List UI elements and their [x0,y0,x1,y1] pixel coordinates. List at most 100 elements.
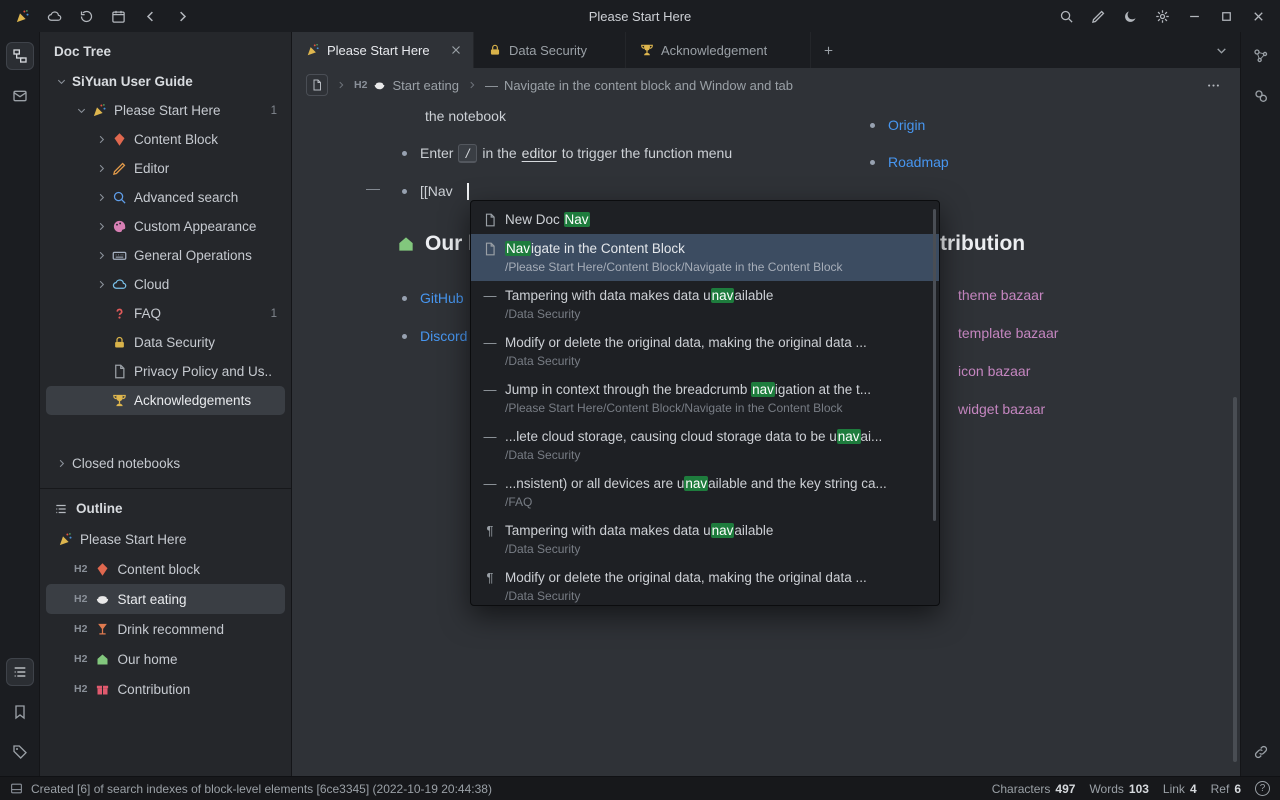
search-button[interactable] [1052,4,1080,28]
outline-item[interactable]: H2 Our home [46,644,285,674]
chevron-down-icon[interactable] [76,105,87,116]
tab-please-start-here[interactable]: Please Start Here [292,32,474,68]
theme-mode-button[interactable] [1116,4,1144,28]
tab-acknowledgements[interactable]: Acknowledgements [626,32,811,68]
dock-inbox-button[interactable] [6,82,34,110]
search-result-item[interactable]: ¶ Modify or delete the original data, ma… [471,563,939,606]
doc-tree-item[interactable]: Custom Appearance [46,212,285,241]
dock-bookmark-button[interactable] [6,698,34,726]
outline-item[interactable]: Please Start Here [46,524,285,554]
chevron-right-icon [467,80,477,90]
help-icon[interactable]: ? [1255,781,1270,796]
origin-link[interactable]: Origin [888,117,925,133]
tab-close-icon[interactable] [449,43,463,57]
breadcrumb-doc-chip[interactable] [306,74,328,96]
new-tab-button[interactable] [811,32,845,68]
editor-ref-link[interactable]: editor [522,145,557,161]
paragraph-marker: ¶ [483,568,497,587]
breadcrumb-block-segment[interactable]: — Navigate in the content block and Wind… [485,78,793,93]
tab-data-security[interactable]: Data Security [474,32,626,68]
editor-scrollbar[interactable] [1233,397,1237,762]
chevron-down-icon [1215,44,1228,57]
editor-typing-line[interactable]: [[Nav [402,180,469,202]
chevron-down-icon[interactable] [56,76,67,87]
search-result-item[interactable]: — Tampering with data makes data unavail… [471,281,939,328]
result-title: Jump in context through the breadcrumb n… [505,380,871,399]
dock-backlinks-button[interactable] [1247,738,1275,766]
search-result-item[interactable]: — Jump in context through the breadcrumb… [471,375,939,422]
outline-item[interactable]: H2 Content block [46,554,285,584]
dock-outline-button[interactable] [6,658,34,686]
doc-tree-item[interactable]: FAQ 1 [46,299,285,328]
dock-toggle-icon[interactable] [10,782,23,795]
cloud-sync-button[interactable] [40,4,68,28]
chevron-right-icon[interactable] [96,163,107,174]
dock-graph-button[interactable] [1247,42,1275,70]
search-result-item-selected[interactable]: Navigate in the Content Block /Please St… [471,234,939,281]
search-result-item[interactable]: — Modify or delete the original data, ma… [471,328,939,375]
outline-item-selected[interactable]: H2 Start eating [46,584,285,614]
outline-item[interactable]: H2 Contribution [46,674,285,704]
dock-doc-tree-button[interactable] [6,42,34,70]
paragraph-marker: ¶ [483,521,497,540]
doc-tree-item[interactable]: General Operations [46,241,285,270]
doc-tree-notebook[interactable]: SiYuan User Guide [46,67,285,96]
tab-list-button[interactable] [1202,32,1240,68]
data-history-button[interactable] [72,4,100,28]
result-title: Modify or delete the original data, maki… [505,568,867,587]
search-result-item[interactable]: ¶ Tampering with data makes data unavail… [471,516,939,563]
maximize-button[interactable] [1212,4,1240,28]
outline-item[interactable]: H2 Drink recommend [46,614,285,644]
doc-tree-item[interactable]: Data Security [46,328,285,357]
settings-button[interactable] [1148,4,1176,28]
doc-label: Data Security [134,335,215,350]
doc-tree-item[interactable]: Cloud [46,270,285,299]
theme-bazaar-link[interactable]: theme bazaar [958,287,1044,303]
daily-note-button[interactable] [104,4,132,28]
doc-tree-item[interactable]: Please Start Here 1 [46,96,285,125]
doc-tree-item[interactable]: Advanced search [46,183,285,212]
doc-tree-item[interactable]: Content Block [46,125,285,154]
closed-notebooks-row[interactable]: Closed notebooks [46,449,285,478]
minimize-button[interactable] [1180,4,1208,28]
cloud-icon [112,277,127,292]
chevron-right-icon[interactable] [96,134,107,145]
dock-global-graph-button[interactable] [1247,82,1275,110]
lock-icon [488,43,502,57]
doc-tree-item-selected[interactable]: Acknowledgements [46,386,285,415]
match-highlight: Nav [505,241,531,256]
widget-bazaar-link[interactable]: widget bazaar [958,401,1045,417]
discord-link[interactable]: Discord [420,328,467,344]
chevron-right-icon[interactable] [96,279,107,290]
search-result-new-doc[interactable]: New Doc Nav [471,205,939,234]
roadmap-link[interactable]: Roadmap [888,154,949,170]
titlebar-left-icons [8,4,196,28]
readonly-toggle-button[interactable] [1084,4,1112,28]
go-back-button[interactable] [136,4,164,28]
block-more-button[interactable] [1200,73,1226,97]
bullet-dot [402,334,407,339]
github-link[interactable]: GitHub [420,290,464,306]
stat-characters: Characters497 [992,782,1076,796]
search-result-item[interactable]: — ...lete cloud storage, causing cloud s… [471,422,939,469]
search-result-item[interactable]: — ...nsistent) or all devices are unavai… [471,469,939,516]
icon-bazaar-link[interactable]: icon bazaar [958,363,1030,379]
question-icon [112,306,127,321]
doc-label: Acknowledgements [134,393,251,408]
block-gutter-marker[interactable]: — [366,180,380,196]
editor[interactable]: the notebook Enter / in the editor to tr… [292,102,1240,776]
dock-tag-button[interactable] [6,738,34,766]
chevron-right-icon[interactable] [96,221,107,232]
doc-tree-item[interactable]: Editor [46,154,285,183]
chevron-right-icon[interactable] [96,192,107,203]
list-item-marker: — [483,286,497,305]
breadcrumb-heading-segment[interactable]: H2 Start eating [354,78,459,93]
chevron-right-icon[interactable] [96,250,107,261]
doc-tree-item[interactable]: Privacy Policy and Us... [46,357,285,386]
go-forward-button[interactable] [168,4,196,28]
right-dock [1240,32,1280,776]
template-bazaar-link[interactable]: template bazaar [958,325,1058,341]
close-button[interactable] [1244,4,1272,28]
chevron-right-icon[interactable] [56,458,67,469]
popup-scrollbar[interactable] [933,209,936,521]
